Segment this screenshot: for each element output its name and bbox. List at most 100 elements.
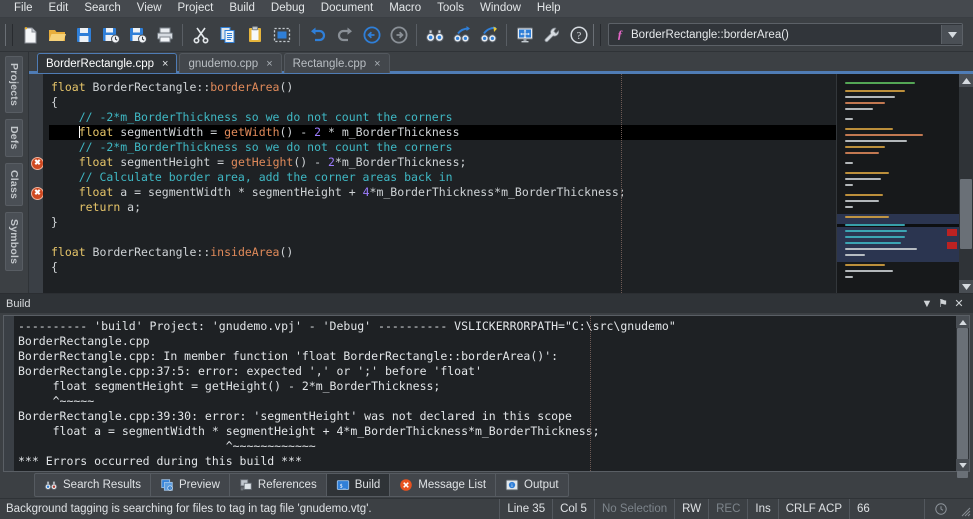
minimap-line [845, 230, 907, 232]
menu-item-window[interactable]: Window [472, 0, 529, 17]
status-encoding[interactable]: CRLF ACP [778, 499, 849, 519]
status-extra[interactable]: 66 [849, 499, 924, 519]
help-question-icon[interactable]: ? [565, 21, 592, 48]
sidebar-tab-projects[interactable]: Projects [5, 56, 23, 113]
code-token: * m_BorderThickness [321, 125, 459, 139]
wrench-config-icon[interactable] [538, 21, 565, 48]
build-scroll-up-icon[interactable] [956, 316, 969, 328]
code-line: return a; [49, 200, 836, 215]
panel-close-icon[interactable]: ✕ [951, 297, 967, 310]
code-line: { [49, 95, 836, 110]
build-tab-build[interactable]: $_Build [326, 473, 390, 497]
replace-icon[interactable] [475, 21, 502, 48]
status-record[interactable]: REC [708, 499, 747, 519]
column-guide-line [621, 74, 622, 293]
scroll-up-icon[interactable] [959, 74, 973, 87]
open-folder-icon[interactable] [43, 21, 70, 48]
code-token: return [79, 200, 121, 214]
main-toolbar: ? ƒ BorderRectangle::borderArea() [0, 18, 973, 52]
new-file-icon[interactable] [16, 21, 43, 48]
panel-menu-chevron-icon[interactable]: ▼ [919, 298, 935, 310]
menu-item-macro[interactable]: Macro [381, 0, 429, 17]
editor-scroll-thumb[interactable] [960, 179, 972, 249]
source-code[interactable]: float BorderRectangle::borderArea(){ // … [43, 74, 836, 275]
save-icon[interactable] [70, 21, 97, 48]
toolbar-grip[interactable] [5, 24, 13, 46]
editor-tab-borderrectangle-cpp[interactable]: BorderRectangle.cpp× [37, 53, 177, 73]
menu-item-build[interactable]: Build [221, 0, 263, 17]
fullscreen-monitor-icon[interactable] [511, 21, 538, 48]
build-vertical-scrollbar[interactable] [956, 316, 969, 471]
minimap-line [845, 128, 893, 130]
status-insert-mode[interactable]: Ins [747, 499, 777, 519]
menu-bar: FileEditSearchViewProjectBuildDebugDocum… [0, 0, 973, 18]
forward-navigate-icon[interactable] [385, 21, 412, 48]
build-output-scroll-area[interactable]: ---------- 'build' Project: 'gnudemo.vpj… [14, 316, 956, 471]
status-readwrite[interactable]: RW [674, 499, 708, 519]
current-function-combobox[interactable]: ƒ BorderRectangle::borderArea() [608, 23, 963, 46]
editor-tab-gnudemo-cpp[interactable]: gnudemo.cpp× [179, 53, 281, 73]
editor-gutter[interactable]: ✖✖ [29, 74, 43, 293]
redo-icon[interactable] [331, 21, 358, 48]
minimap-line [845, 224, 905, 226]
build-tab-label: References [258, 479, 317, 491]
menu-item-file[interactable]: File [6, 0, 41, 17]
editor-tab-close-icon[interactable]: × [266, 58, 272, 70]
cut-scissors-icon[interactable] [187, 21, 214, 48]
menu-item-view[interactable]: View [129, 0, 170, 17]
code-minimap[interactable] [836, 74, 959, 293]
code-line: float segmentHeight = getHeight() - 2*m_… [49, 155, 836, 170]
scroll-down-icon[interactable] [959, 280, 973, 293]
build-scroll-down-icon[interactable] [956, 459, 969, 471]
menu-item-help[interactable]: Help [529, 0, 569, 17]
minimap-line [845, 162, 853, 164]
status-line[interactable]: Line 35 [499, 499, 552, 519]
minimap-line [845, 178, 881, 180]
window-resize-grip[interactable] [957, 499, 973, 519]
code-token [51, 155, 79, 169]
build-tab-preview[interactable]: iPreview [150, 473, 229, 497]
print-icon[interactable] [151, 21, 178, 48]
build-tab-output[interactable]: iOutput [495, 473, 569, 497]
build-tab-references[interactable]: References [229, 473, 326, 497]
save-all-icon[interactable] [124, 21, 151, 48]
build-output-gutter [4, 316, 14, 471]
menu-item-edit[interactable]: Edit [41, 0, 77, 17]
build-tab-search-results[interactable]: Search Results [34, 473, 150, 497]
panel-pin-icon[interactable]: ⚑ [935, 297, 951, 310]
editor-vertical-scrollbar[interactable] [959, 74, 973, 293]
back-navigate-icon[interactable] [358, 21, 385, 48]
minimap-line [845, 90, 905, 92]
build-scroll-thumb[interactable] [957, 328, 968, 478]
minimap-line [845, 82, 915, 84]
sidebar-tab-defs[interactable]: Defs [5, 119, 23, 157]
toolbar-grip-right[interactable] [593, 24, 601, 46]
save-as-icon[interactable] [97, 21, 124, 48]
minimap-line [845, 134, 923, 136]
sidebar-tab-class[interactable]: Class [5, 163, 23, 206]
find-binoculars-icon[interactable] [421, 21, 448, 48]
status-selection[interactable]: No Selection [594, 499, 674, 519]
find-next-icon[interactable] [448, 21, 475, 48]
copy-icon[interactable] [214, 21, 241, 48]
code-token: a; [120, 200, 141, 214]
undo-icon[interactable] [304, 21, 331, 48]
build-tab-message-list[interactable]: Message List [389, 473, 495, 497]
paste-icon[interactable] [241, 21, 268, 48]
menu-item-tools[interactable]: Tools [429, 0, 472, 17]
editor-tab-rectangle-cpp[interactable]: Rectangle.cpp× [284, 53, 390, 73]
menu-item-document[interactable]: Document [313, 0, 381, 17]
editor-tab-close-icon[interactable]: × [162, 58, 168, 70]
menu-item-debug[interactable]: Debug [263, 0, 313, 17]
status-col[interactable]: Col 5 [552, 499, 594, 519]
select-block-icon[interactable] [268, 21, 295, 48]
menu-item-search[interactable]: Search [76, 0, 128, 17]
clock-icon[interactable] [924, 499, 957, 519]
chevron-down-icon[interactable] [941, 25, 962, 44]
minimap-line [845, 96, 895, 98]
menu-item-project[interactable]: Project [170, 0, 222, 17]
code-token: float [51, 80, 93, 94]
sidebar-tab-symbols[interactable]: Symbols [5, 212, 23, 271]
code-area[interactable]: float BorderRectangle::borderArea(){ // … [43, 74, 836, 293]
editor-tab-close-icon[interactable]: × [374, 58, 380, 70]
